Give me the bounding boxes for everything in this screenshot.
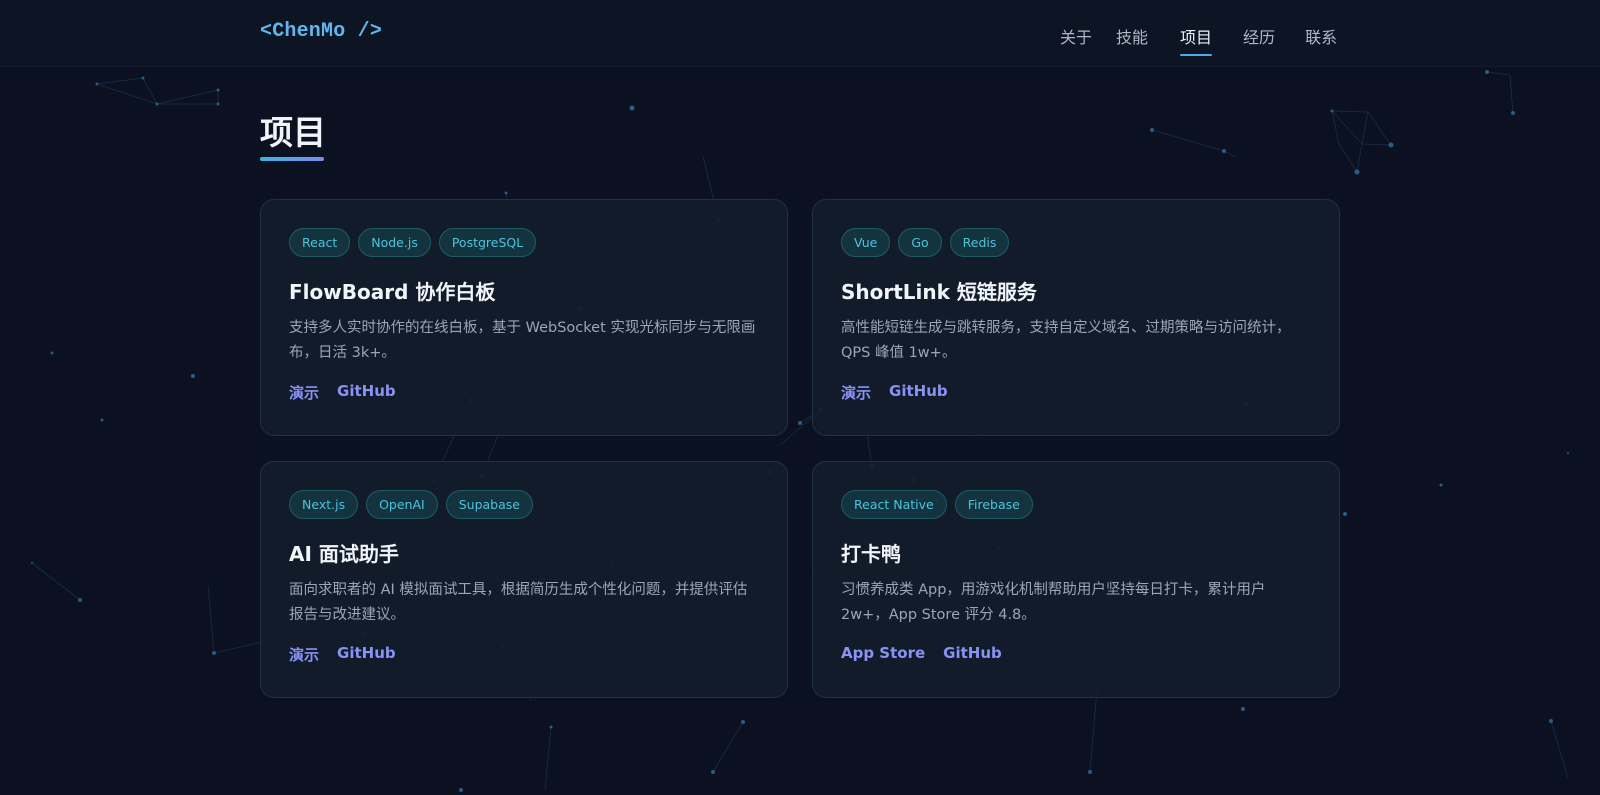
tag-list: React Node.js PostgreSQL — [289, 228, 537, 257]
tag-list: Vue Go Redis — [841, 228, 1010, 257]
project-description: 面向求职者的 AI 模拟面试工具，根据简历生成个性化问题，并提供评估报告与改进建… — [289, 582, 748, 623]
tech-tag: React — [289, 228, 351, 257]
nav-item-skills[interactable]: 技能 — [1116, 24, 1148, 54]
tech-tag: Next.js — [289, 490, 359, 519]
tech-tag: Firebase — [954, 490, 1033, 519]
tech-tag: Supabase — [445, 490, 533, 519]
nav-item-projects[interactable]: 项目 — [1180, 24, 1213, 56]
github-link[interactable]: GitHub — [943, 644, 1002, 662]
project-title: 打卡鸭 — [841, 542, 901, 566]
tech-tag: React Native — [841, 490, 947, 519]
tech-tag: Redis — [949, 228, 1010, 257]
project-links: App Store GitHub — [841, 644, 1002, 662]
nav-item-experience[interactable]: 经历 — [1243, 24, 1275, 54]
tech-tag: PostgreSQL — [438, 228, 537, 257]
project-description: 支持多人实时协作的在线白板，基于 WebSocket 实现光标同步与无限画布，日… — [289, 320, 756, 361]
demo-link[interactable]: 演示 — [841, 382, 871, 403]
tech-tag: Vue — [841, 228, 891, 257]
project-card-checkin-duck: React Native Firebase 打卡鸭 习惯养成类 App，用游戏化… — [812, 461, 1340, 698]
tag-list: Next.js OpenAI Supabase — [289, 490, 533, 519]
main-nav: 关于 技能 项目 经历 联系 — [1060, 24, 1337, 56]
demo-link[interactable]: 演示 — [289, 644, 319, 665]
tech-tag: Node.js — [358, 228, 431, 257]
project-title: FlowBoard 协作白板 — [289, 280, 496, 304]
github-link[interactable]: GitHub — [889, 382, 948, 403]
project-description: 高性能短链生成与跳转服务，支持自定义域名、过期策略与访问统计，QPS 峰值 1w… — [841, 320, 1291, 361]
demo-link[interactable]: 演示 — [289, 382, 319, 403]
github-link[interactable]: GitHub — [337, 382, 396, 403]
project-links: 演示 GitHub — [841, 382, 948, 403]
nav-item-contact[interactable]: 联系 — [1305, 24, 1337, 54]
tech-tag: OpenAI — [366, 490, 438, 519]
particle-network-background — [31, 70, 1569, 792]
tech-tag: Go — [898, 228, 942, 257]
project-links: 演示 GitHub — [289, 382, 396, 403]
project-description: 习惯养成类 App，用游戏化机制帮助用户坚持每日打卡，累计用户 2w+，App … — [841, 582, 1266, 623]
project-title: ShortLink 短链服务 — [841, 280, 1037, 304]
project-links: 演示 GitHub — [289, 644, 396, 665]
top-navbar: <ChenMo /> 关于 技能 项目 经历 联系 — [0, 0, 1600, 67]
project-card-ai-interview: Next.js OpenAI Supabase AI 面试助手 面向求职者的 A… — [260, 461, 788, 698]
section-title: 项目 — [260, 113, 326, 152]
title-underline — [260, 157, 324, 161]
tag-list: React Native Firebase — [841, 490, 1033, 519]
nav-item-about[interactable]: 关于 — [1060, 24, 1092, 54]
project-card-shortlink: Vue Go Redis ShortLink 短链服务 高性能短链生成与跳转服务… — [812, 199, 1340, 436]
project-title: AI 面试助手 — [289, 542, 399, 566]
project-card-flowboard: React Node.js PostgreSQL FlowBoard 协作白板 … — [260, 199, 788, 436]
site-logo[interactable]: <ChenMo /> — [260, 20, 382, 43]
app-store-link[interactable]: App Store — [841, 644, 925, 662]
github-link[interactable]: GitHub — [337, 644, 396, 665]
